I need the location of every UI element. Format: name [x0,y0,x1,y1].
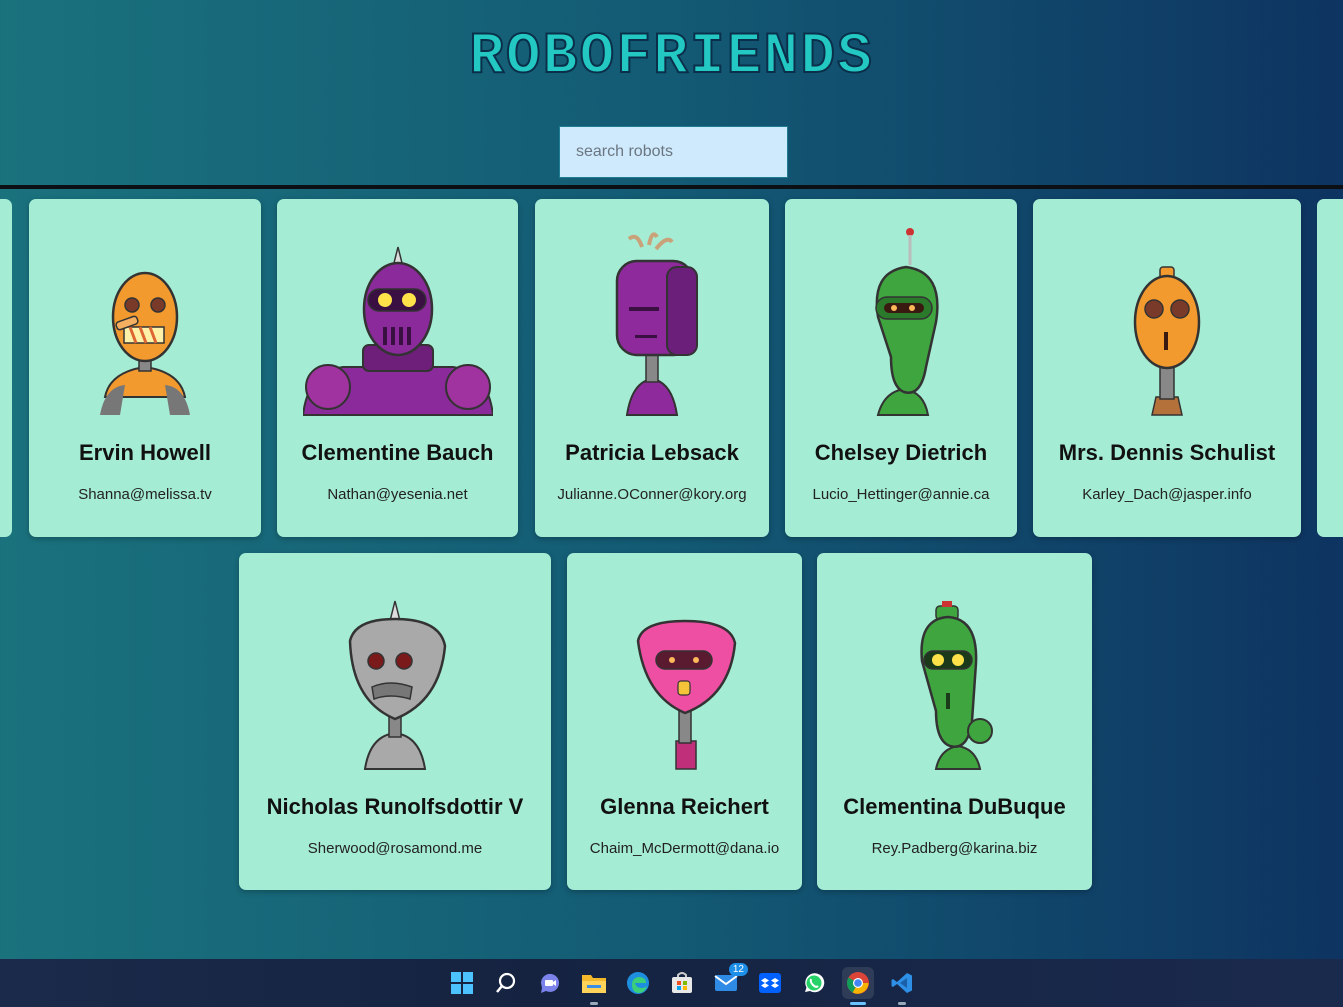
chrome-icon[interactable] [842,967,874,1005]
file-explorer-icon[interactable] [578,967,610,1005]
active-indicator [850,1002,866,1005]
robot-email: Shanna@melissa.tv [78,486,212,503]
robot-name: Chelsey Dietrich [814,440,988,465]
robot-avatar-icon [1133,266,1201,416]
robot-email: Sherwood@rosamond.me [307,840,483,857]
robot-email: Lucio_Hettinger@annie.ca [812,486,990,503]
windows-start-icon[interactable] [446,967,478,999]
robot-avatar-icon [875,228,939,416]
robot-card[interactable]: Chelsey Dietrich Lucio_Hettinger@annie.c… [785,199,1017,537]
robot-email: Chaim_McDermott@dana.io [589,840,780,857]
robot-card[interactable]: Nicholas Runolfsdottir V Sherwood@rosamo… [239,553,551,890]
running-indicator [898,1002,906,1005]
partial-card-left[interactable] [0,199,12,537]
robot-card[interactable]: Clementina DuBuque Rey.Padberg@karina.bi… [817,553,1092,890]
header-divider [0,185,1343,189]
robot-email: Rey.Padberg@karina.biz [871,840,1038,857]
robot-avatar-icon [100,271,190,415]
robot-name: Patricia Lebsack [565,440,739,465]
windows-taskbar: 12 [0,959,1343,1007]
robot-name: Nicholas Runolfsdottir V [266,794,524,819]
robot-card[interactable]: Patricia Lebsack Julianne.OConner@kory.o… [535,199,769,537]
robot-avatar-icon [636,619,736,770]
robot-name: Glenna Reichert [600,794,769,819]
robot-name: Clementine Bauch [301,440,494,465]
robot-name: Ervin Howell [78,440,212,465]
partial-card-right[interactable] [1317,199,1343,537]
robot-avatar-icon [919,601,993,770]
dropbox-icon[interactable] [754,967,786,999]
robot-card[interactable]: Mrs. Dennis Schulist Karley_Dach@jasper.… [1033,199,1301,537]
teams-chat-icon[interactable] [534,967,566,999]
robot-card[interactable]: Ervin Howell Shanna@melissa.tv [29,199,261,537]
store-icon[interactable] [666,967,698,999]
robot-avatar-icon [348,600,447,770]
robot-card[interactable]: Glenna Reichert Chaim_McDermott@dana.io [567,553,802,890]
robot-name: Clementina DuBuque [843,794,1066,819]
robofriends-app: ROBOFRIENDS Ervin Howell Shanna@melissa.… [0,0,1343,959]
mail-badge: 12 [728,963,748,976]
app-title: ROBOFRIENDS [468,25,874,90]
vscode-icon[interactable] [886,967,918,1005]
robot-avatar-icon [615,232,698,416]
whatsapp-icon[interactable] [798,967,830,999]
search-icon[interactable] [490,967,522,999]
edge-icon[interactable] [622,967,654,999]
search-input[interactable] [559,126,788,178]
mail-icon[interactable]: 12 [710,963,748,999]
robot-name: Mrs. Dennis Schulist [1058,440,1276,465]
robot-avatar-icon [302,246,493,416]
robot-email: Karley_Dach@jasper.info [1082,486,1252,503]
robot-card[interactable]: Clementine Bauch Nathan@yesenia.net [277,199,518,537]
robot-email: Julianne.OConner@kory.org [557,486,747,503]
robot-email: Nathan@yesenia.net [327,486,468,503]
running-indicator [590,1002,598,1005]
